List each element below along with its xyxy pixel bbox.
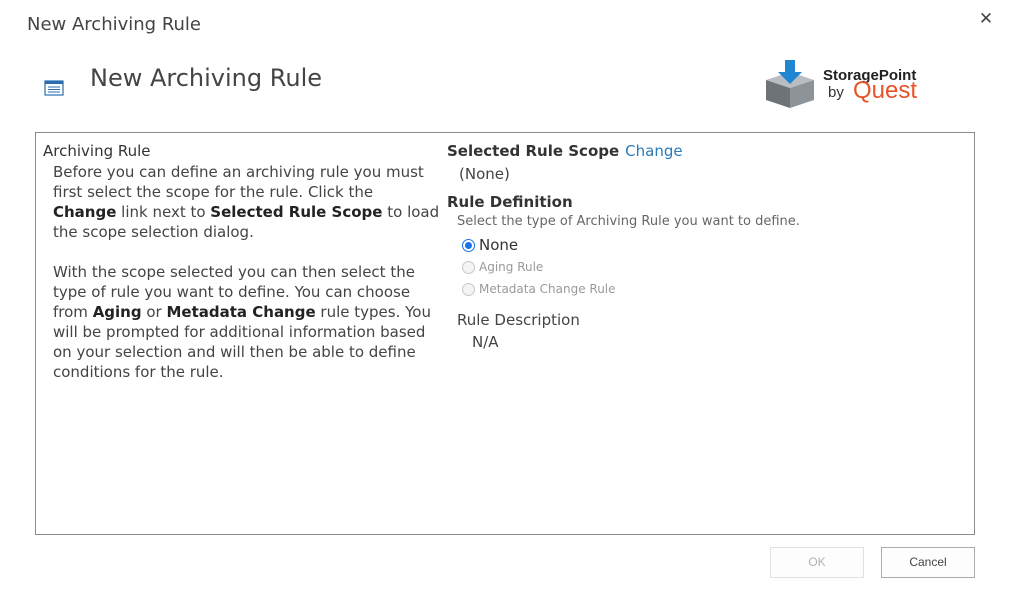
rule-description-label: Rule Description (457, 311, 580, 329)
radio-metadata (462, 282, 475, 296)
rule-definition-prompt: Select the type of Archiving Rule you wa… (457, 214, 800, 229)
dialog-title: New Archiving Rule (27, 14, 201, 35)
help-paragraph-1: Before you can define an archiving rule … (53, 163, 440, 241)
page-title: New Archiving Rule (90, 64, 322, 92)
radio-option-none[interactable]: None (462, 234, 947, 256)
selected-rule-scope-label: Selected Rule Scope Change (447, 142, 683, 160)
scope-value: (None) (459, 165, 510, 183)
section-label: Archiving Rule (43, 142, 151, 160)
form-column: Selected Rule Scope Change (None) Rule De… (447, 141, 947, 352)
logo-company: Quest (853, 77, 918, 104)
rule-description-value: N/A (472, 333, 499, 351)
radio-label-none: None (479, 236, 519, 254)
list-icon (44, 80, 64, 96)
radio-option-metadata: Metadata Change Rule (462, 278, 947, 300)
radio-none[interactable] (462, 238, 475, 252)
radio-aging (462, 260, 475, 274)
help-text: Before you can define an archiving rule … (53, 162, 441, 382)
help-column: Archiving Rule Before you can define an … (43, 141, 441, 382)
radio-option-aging: Aging Rule (462, 256, 947, 278)
close-icon[interactable]: ✕ (976, 9, 996, 29)
ok-button[interactable]: OK (770, 547, 864, 578)
rule-panel: Archiving Rule Before you can define an … (35, 132, 975, 535)
help-paragraph-2: With the scope selected you can then sel… (53, 263, 431, 381)
cancel-button[interactable]: Cancel (881, 547, 975, 578)
storagepoint-box-icon (766, 60, 814, 108)
rule-definition-label: Rule Definition (447, 193, 573, 211)
storagepoint-logo: StoragePoint by Quest (760, 60, 960, 110)
radio-label-aging: Aging Rule (479, 260, 544, 274)
logo-by: by (828, 84, 844, 101)
change-scope-link[interactable]: Change (625, 142, 682, 160)
radio-label-metadata: Metadata Change Rule (479, 282, 616, 296)
